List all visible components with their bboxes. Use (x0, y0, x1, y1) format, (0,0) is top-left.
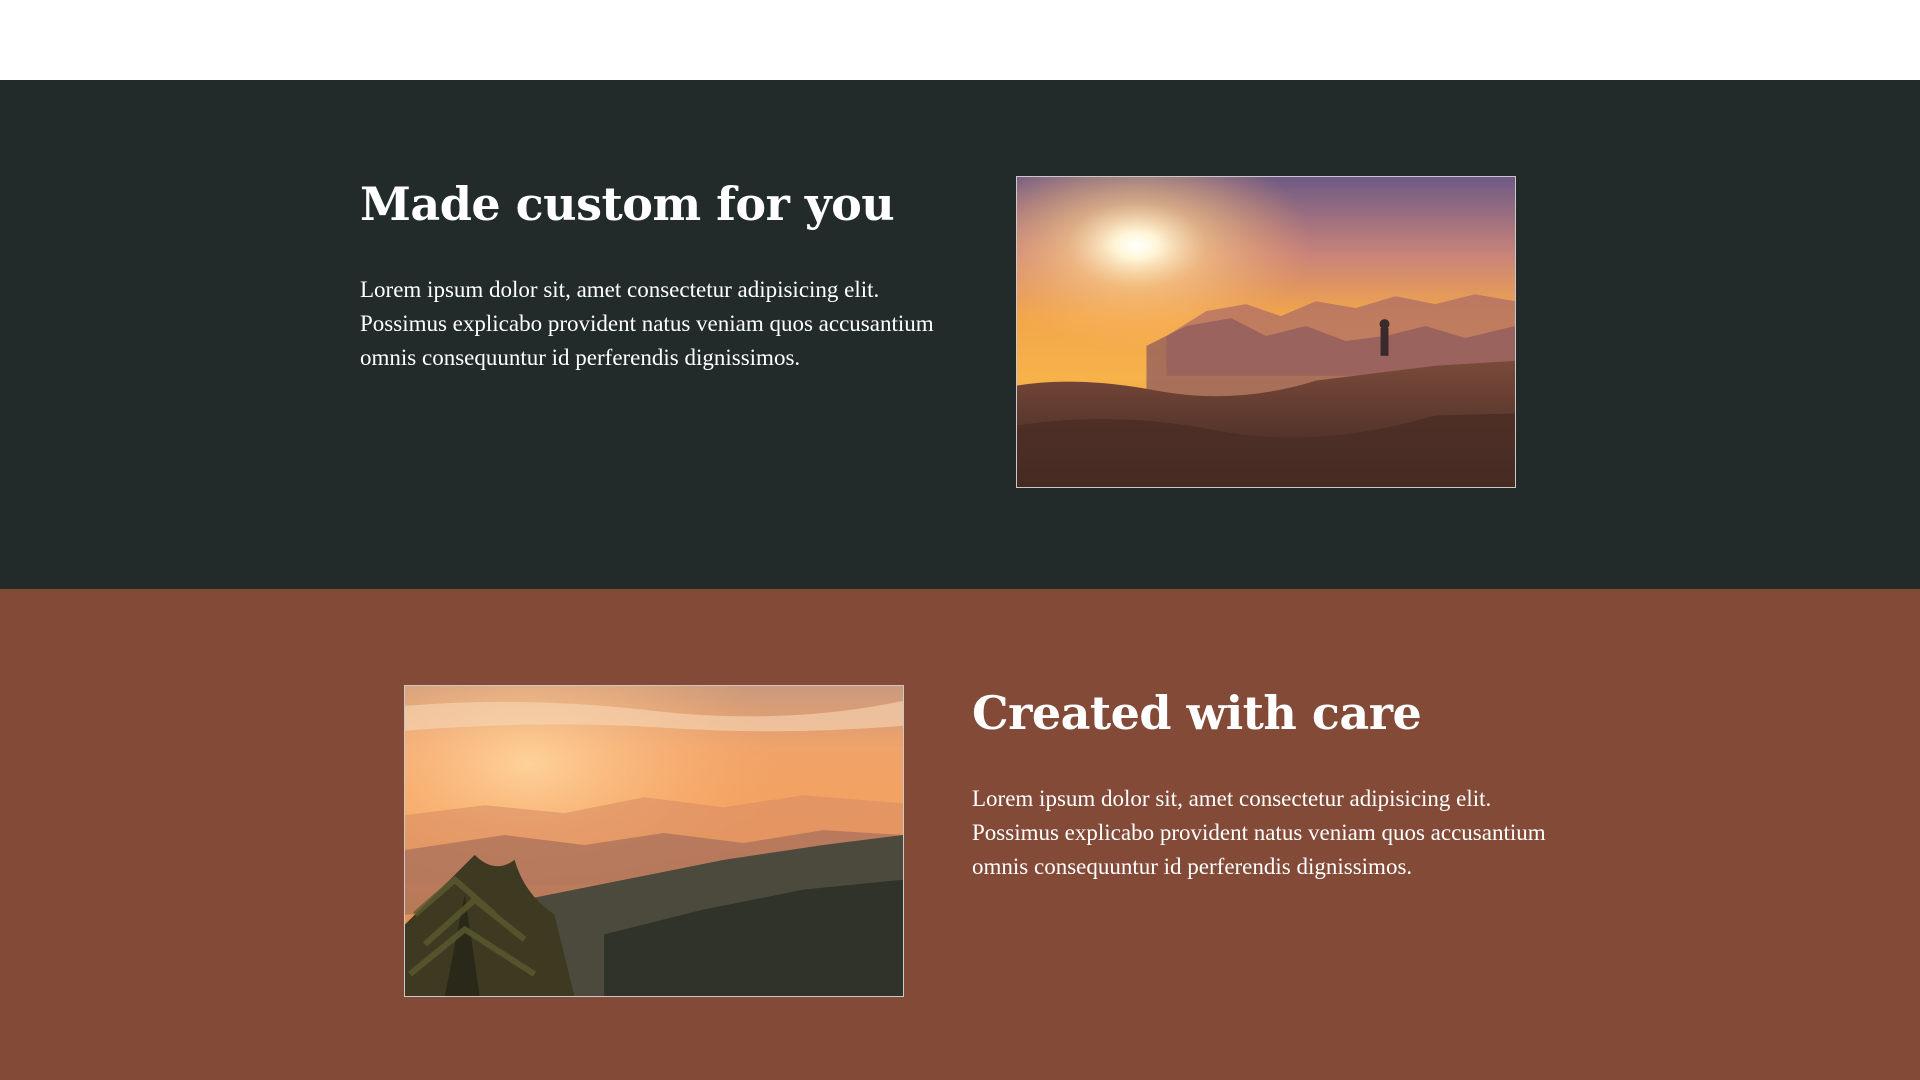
section-body-text: Lorem ipsum dolor sit, amet consectetur … (360, 277, 934, 370)
misty-mountain-image (405, 686, 903, 996)
sunset-mountain-image (1017, 177, 1515, 487)
section-heading: Created with care (972, 686, 1422, 740)
section-body-text: Lorem ipsum dolor sit, amet consectetur … (972, 786, 1546, 879)
sunset-hiker-photo (1016, 176, 1516, 488)
section-heading: Made custom for you (360, 177, 895, 231)
feature-section-care: Created with care Lorem ipsum dolor sit,… (0, 589, 1920, 1080)
top-bar (0, 0, 1920, 80)
feature-section-custom: Made custom for you Lorem ipsum dolor si… (0, 80, 1920, 589)
misty-mountains-photo (404, 685, 904, 997)
